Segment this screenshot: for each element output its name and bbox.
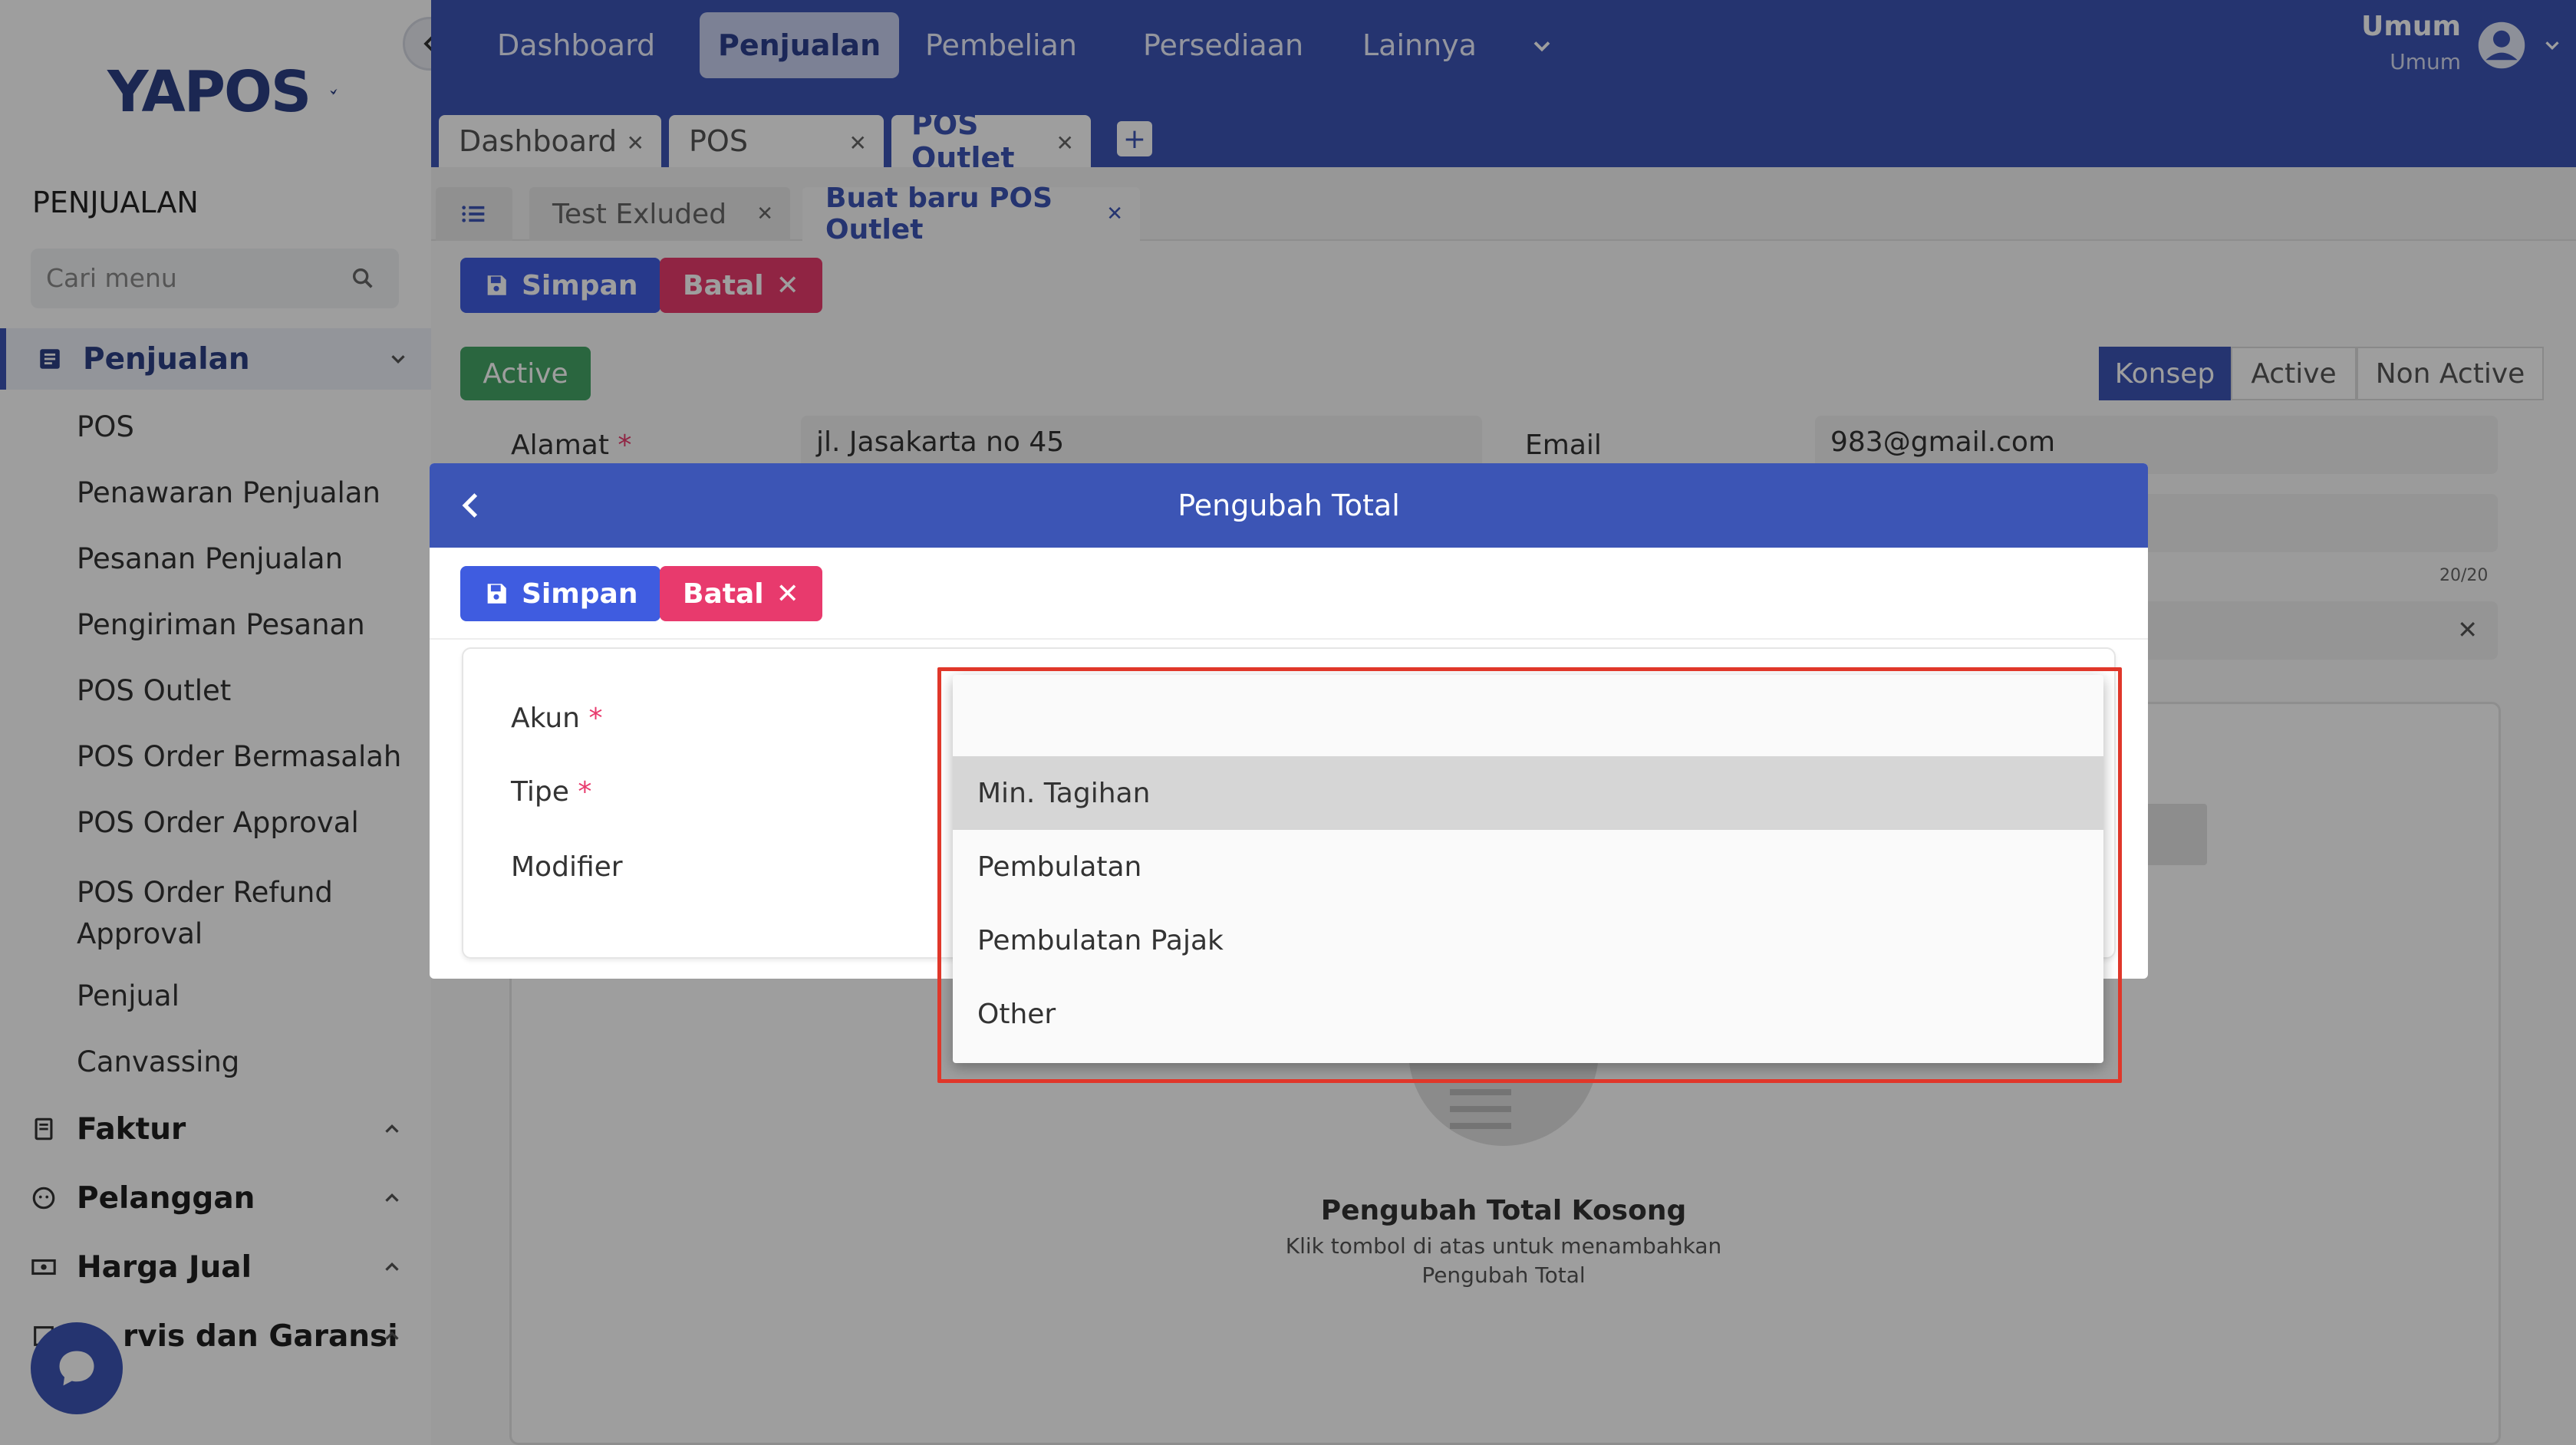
close-icon: ✕ (776, 578, 799, 610)
back-arrow-icon[interactable] (456, 489, 488, 522)
tipe-label: Tipe * (511, 776, 591, 808)
akun-label-text: Akun (511, 703, 580, 734)
required-mark: * (588, 703, 603, 734)
save-label: Simpan (522, 578, 638, 610)
modal-title: Pengubah Total (1178, 489, 1400, 522)
required-mark: * (578, 776, 592, 808)
modal-cancel-button[interactable]: Batal ✕ (660, 566, 822, 621)
modal-toolbar: Simpan Batal ✕ (430, 548, 2148, 640)
modal-header: Pengubah Total (430, 463, 2148, 548)
annotation-highlight-box (937, 667, 2122, 1083)
akun-label: Akun * (511, 703, 602, 734)
modifier-label: Modifier (511, 851, 623, 883)
modal-save-button[interactable]: Simpan (460, 566, 661, 621)
tipe-label-text: Tipe (511, 776, 569, 808)
cancel-label: Batal (683, 578, 764, 610)
save-icon (487, 584, 506, 604)
